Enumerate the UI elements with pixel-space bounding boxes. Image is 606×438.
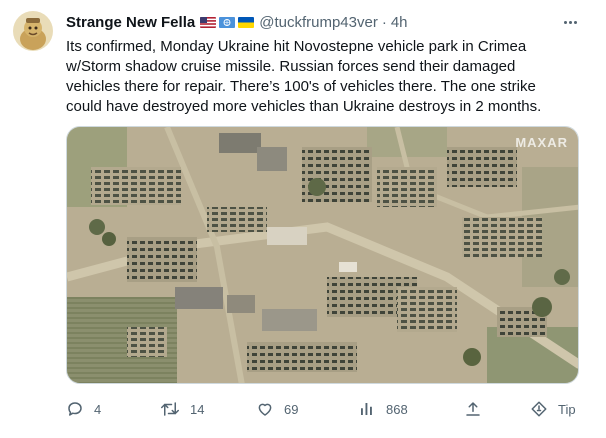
tip-label: Tip (558, 401, 576, 417)
tweet-text: Its confirmed, Monday Ukraine hit Novost… (66, 37, 586, 117)
timestamp[interactable]: 4h (391, 14, 408, 31)
satellite-image (67, 127, 578, 383)
retweet-icon (161, 402, 179, 416)
more-options-button[interactable] (560, 12, 580, 32)
author-handle[interactable]: @tuckfrump43ver (259, 14, 378, 31)
tweet-card[interactable]: Strange New Fella @tuckfrump43ver · 4h I… (0, 0, 606, 438)
avatar-image (13, 11, 53, 51)
maxar-watermark: MAXAR (515, 135, 568, 150)
like-count: 69 (284, 401, 299, 417)
tweet-actions: 4 14 69 868 Tip (66, 398, 579, 420)
tweet-text-line: vehicles there for repair. There’s 100's… (66, 78, 536, 95)
tweet-text-line: Its confirmed, Monday Ukraine hit Novost… (66, 38, 527, 55)
author-flags (200, 16, 255, 28)
reply-button[interactable]: 4 (66, 398, 101, 420)
tweet-text-line: w/Storm shadow cruise missile. Russian f… (66, 58, 516, 75)
retweet-count: 14 (190, 401, 205, 417)
view-count: 868 (386, 401, 408, 417)
tweet-text-line: could have destroyed more vehicles than … (66, 98, 542, 115)
separator-dot: · (381, 13, 387, 31)
share-button[interactable] (464, 398, 482, 420)
tip-icon (531, 401, 547, 417)
tip-button[interactable]: Tip (530, 398, 576, 420)
views-button[interactable]: 868 (358, 398, 408, 420)
us-flag-icon (200, 16, 217, 28)
heart-icon (258, 403, 272, 416)
reply-count: 4 (94, 401, 102, 417)
reply-icon (68, 402, 82, 416)
like-button[interactable]: 69 (256, 398, 298, 420)
avatar[interactable] (13, 11, 53, 51)
un-flag-icon (219, 16, 236, 28)
more-dot-icon (573, 20, 577, 24)
share-icon (466, 402, 480, 416)
tweet-header: Strange New Fella @tuckfrump43ver · 4h (66, 12, 408, 32)
more-dot-icon (568, 20, 572, 24)
analytics-icon (361, 403, 372, 415)
retweet-button[interactable]: 14 (160, 398, 204, 420)
ukraine-flag-icon (238, 16, 255, 28)
tweet-media[interactable]: MAXAR (66, 126, 579, 384)
author-name[interactable]: Strange New Fella (66, 14, 195, 31)
more-dot-icon (563, 20, 567, 24)
